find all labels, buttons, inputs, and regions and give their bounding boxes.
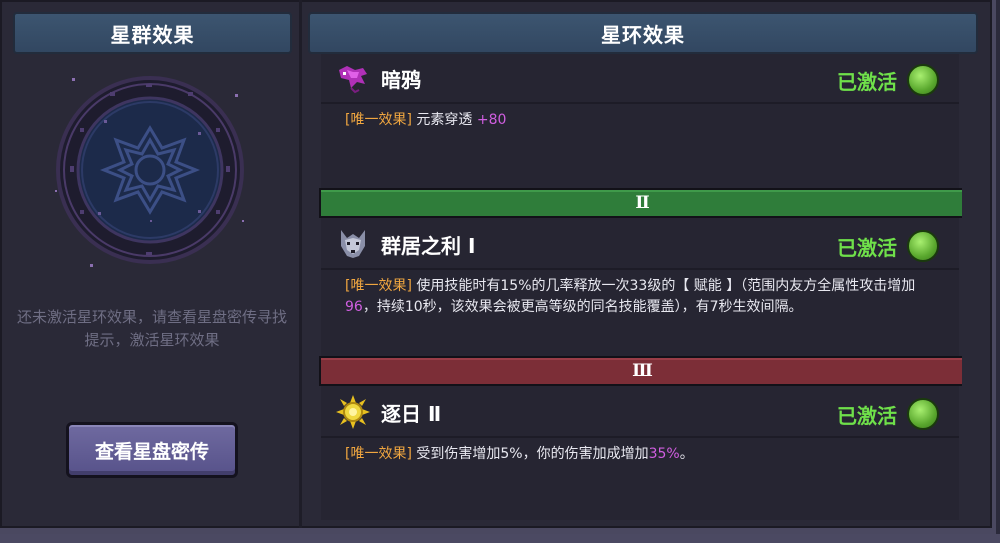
- ring-effect-card: 暗鸦 已激活 [唯一效果] 元素穿透 +80: [321, 54, 959, 188]
- effect-description: [唯一效果] 元素穿透 +80: [345, 110, 941, 131]
- ring-effect-card: 群居之利 Ⅰ 已激活 [唯一效果] 使用技能时有15%的几率释放一次33级的【 …: [321, 220, 959, 356]
- effect-description: [唯一效果] 受到伤害增加5%，你的伤害加成增加35%。: [345, 444, 941, 465]
- wolf-icon: [335, 226, 371, 262]
- crow-icon: [335, 60, 371, 96]
- effect-value: 96: [345, 299, 363, 315]
- card-header: 群居之利 Ⅰ 已激活: [321, 220, 959, 270]
- star-cluster-title: 星群效果: [13, 12, 292, 54]
- effect-name: 暗鸦: [381, 68, 421, 92]
- unique-effect-tag: [唯一效果]: [345, 112, 412, 128]
- effect-text-tail: 。: [679, 446, 694, 462]
- effect-status: 已激活: [837, 70, 897, 94]
- effect-value: +80: [476, 112, 507, 128]
- effect-name: 群居之利 Ⅰ: [381, 234, 476, 258]
- star-disc-icon: [50, 70, 250, 270]
- bottom-border: [0, 534, 1000, 543]
- tier-divider-3: Ⅲ: [319, 356, 966, 386]
- panel-divider: [299, 0, 302, 528]
- active-indicator-icon: [907, 398, 939, 430]
- effect-value: 35%: [648, 446, 680, 462]
- unique-effect-tag: [唯一效果]: [345, 446, 412, 462]
- scrollbar-track[interactable]: [962, 54, 972, 520]
- effect-text: 使用技能时有15%的几率释放一次33级的【 赋能 】（范围内友方全属性攻击增加: [411, 278, 916, 294]
- effect-text: 元素穿透: [411, 112, 477, 128]
- effect-status: 已激活: [837, 236, 897, 260]
- active-indicator-icon: [907, 230, 939, 262]
- star-cluster-panel: 星群效果 还未激活星环效果，请查看星盘密传寻找提示，激活星环效果 查看星盘密传: [0, 0, 300, 528]
- card-header: 逐日 Ⅱ 已激活: [321, 388, 959, 438]
- effect-text-tail: ，持续10秒，该效果会被更高等级的同名技能覆盖），有7秒生效间隔。: [362, 299, 803, 315]
- view-star-chart-button[interactable]: 查看星盘密传: [66, 422, 238, 478]
- effect-status: 已激活: [837, 404, 897, 428]
- ring-effect-card: 逐日 Ⅱ 已激活 [唯一效果] 受到伤害增加5%，你的伤害加成增加35%。: [321, 388, 959, 520]
- effect-description: [唯一效果] 使用技能时有15%的几率释放一次33级的【 赋能 】（范围内友方全…: [345, 276, 941, 318]
- effect-name: 逐日 Ⅱ: [381, 402, 442, 426]
- card-header: 暗鸦 已激活: [321, 54, 959, 104]
- star-ring-title: 星环效果: [308, 12, 978, 54]
- active-indicator-icon: [907, 64, 939, 96]
- effect-text: 受到伤害增加5%，你的伤害加成增加: [411, 446, 649, 462]
- unique-effect-tag: [唯一效果]: [345, 278, 412, 294]
- star-ring-list[interactable]: 暗鸦 已激活 [唯一效果] 元素穿透 +80 群居之利 Ⅰ 已激活 [唯一效果]…: [321, 54, 959, 520]
- sun-icon: [335, 394, 371, 430]
- activation-hint: 还未激活星环效果，请查看星盘密传寻找提示，激活星环效果: [16, 308, 287, 349]
- tier-divider-2: Ⅱ: [319, 188, 966, 218]
